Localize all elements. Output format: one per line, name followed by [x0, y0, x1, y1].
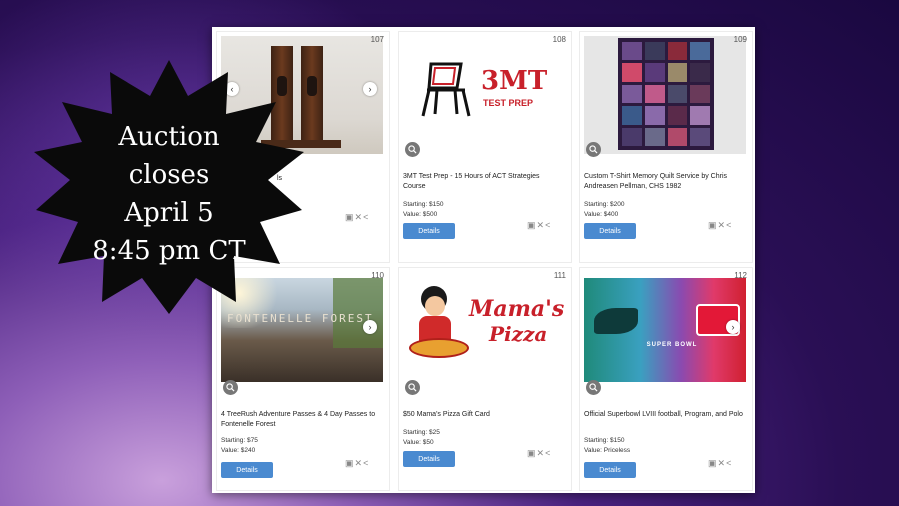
share-icons[interactable]: ▣✕< — [527, 448, 551, 459]
share-icon[interactable]: < — [545, 220, 551, 230]
notice-line-1: Auction — [118, 122, 220, 152]
slide: ‹ › 107 ls ▣✕< 3MT TEST PREP 108 3MT Tes… — [0, 0, 899, 506]
x-icon[interactable]: ✕ — [355, 458, 364, 468]
facebook-icon[interactable]: ▣ — [708, 458, 718, 468]
details-button[interactable]: Details — [221, 462, 273, 478]
starting-price: Starting: $25 — [403, 429, 440, 436]
x-icon[interactable]: ✕ — [718, 458, 727, 468]
item-photo[interactable] — [584, 36, 746, 154]
magnifier-icon — [408, 145, 417, 154]
item-value: Value: $50 — [403, 439, 434, 446]
facebook-icon[interactable]: ▣ — [708, 220, 718, 230]
starting-price: Starting: $150 — [584, 437, 625, 444]
mascot-face — [425, 296, 445, 316]
x-icon[interactable]: ✕ — [355, 212, 364, 222]
eagles-logo — [594, 308, 638, 334]
item-photo[interactable]: SUPER BOWL — [584, 278, 746, 382]
item-title[interactable]: Custom T-Shirt Memory Quilt Service by C… — [584, 172, 744, 192]
share-icons[interactable]: ▣✕< — [345, 458, 369, 469]
share-icons[interactable]: ▣✕< — [345, 212, 369, 223]
pizza-image — [409, 338, 469, 358]
details-button[interactable]: Details — [584, 462, 636, 478]
share-icons[interactable]: ▣✕< — [527, 220, 551, 231]
item-photo[interactable]: 3MT TEST PREP — [403, 36, 565, 154]
logo-sub: Pizza — [489, 322, 548, 346]
facebook-icon[interactable]: ▣ — [345, 458, 355, 468]
zoom-button[interactable] — [223, 380, 238, 395]
zoom-button[interactable] — [586, 142, 601, 157]
share-icons[interactable]: ▣✕< — [708, 220, 732, 231]
auction-item-109[interactable]: 109 Custom T-Shirt Memory Quilt Service … — [579, 31, 753, 263]
lot-number: 109 — [733, 35, 747, 44]
magnifier-icon — [589, 145, 598, 154]
logo-sub: TEST PREP — [483, 98, 534, 108]
item-value: Value: $240 — [221, 447, 256, 454]
x-icon[interactable]: ✕ — [718, 220, 727, 230]
magnifier-icon — [226, 383, 235, 392]
carousel-next-button[interactable]: › — [726, 320, 740, 334]
magnifier-icon — [408, 383, 417, 392]
auction-item-111[interactable]: Mama's Pizza 111 $50 Mama's Pizza Gift C… — [398, 267, 572, 491]
lot-number: 110 — [371, 271, 384, 280]
item-value: Value: $400 — [584, 211, 619, 218]
share-icon[interactable]: < — [545, 448, 551, 458]
quilt-image — [618, 38, 714, 150]
auction-item-108[interactable]: 3MT TEST PREP 108 3MT Test Prep - 15 Hou… — [398, 31, 572, 263]
facebook-icon[interactable]: ▣ — [527, 220, 537, 230]
logo-main: 3MT — [481, 66, 548, 96]
starting-price: Starting: $200 — [584, 201, 625, 208]
lot-number: 112 — [734, 271, 747, 280]
carousel-next-button[interactable]: › — [363, 320, 377, 334]
auction-item-112[interactable]: SUPER BOWL › 112 Official Superbowl LVII… — [579, 267, 753, 491]
x-icon[interactable]: ✕ — [537, 220, 546, 230]
share-icon[interactable]: < — [363, 458, 369, 468]
facebook-icon[interactable]: ▣ — [527, 448, 537, 458]
facebook-icon[interactable]: ▣ — [345, 212, 355, 222]
item-title[interactable]: 4 TreeRush Adventure Passes & 4 Day Pass… — [221, 410, 381, 430]
logo-main: Mama's — [469, 296, 565, 322]
share-icon[interactable]: < — [726, 220, 732, 230]
notice-line-3: April 5 — [124, 198, 214, 228]
starting-price: Starting: $75 — [221, 437, 258, 444]
item-title[interactable]: Official Superbowl LVIII football, Progr… — [584, 410, 744, 420]
notice-line-4: 8:45 pm CT — [92, 236, 246, 266]
details-button[interactable]: Details — [403, 223, 455, 239]
details-button[interactable]: Details — [584, 223, 636, 239]
notice-line-2: closes — [128, 160, 210, 190]
item-title[interactable]: $50 Mama's Pizza Gift Card — [403, 410, 563, 420]
zoom-button[interactable] — [586, 380, 601, 395]
chair-icon — [421, 62, 471, 117]
event-text: SUPER BOWL — [646, 342, 698, 348]
item-value: Value: Priceless — [584, 447, 631, 454]
details-button[interactable]: Details — [403, 451, 455, 467]
starting-price: Starting: $150 — [403, 201, 444, 208]
x-icon[interactable]: ✕ — [537, 448, 546, 458]
item-value: Value: $500 — [403, 211, 438, 218]
lot-number: 108 — [552, 35, 566, 44]
zoom-button[interactable] — [405, 142, 420, 157]
lot-number: 107 — [370, 35, 384, 44]
lot-number: 111 — [553, 271, 566, 280]
share-icon[interactable]: < — [726, 458, 732, 468]
share-icons[interactable]: ▣✕< — [708, 458, 732, 469]
item-title[interactable]: 3MT Test Prep - 15 Hours of ACT Strategi… — [403, 172, 563, 192]
carousel-next-button[interactable]: › — [363, 82, 377, 96]
magnifier-icon — [589, 383, 598, 392]
zoom-button[interactable] — [405, 380, 420, 395]
share-icon[interactable]: < — [363, 212, 369, 222]
auction-close-notice: Auction closes April 5 8:45 pm CT — [30, 118, 308, 270]
item-photo[interactable]: Mama's Pizza — [403, 278, 565, 382]
